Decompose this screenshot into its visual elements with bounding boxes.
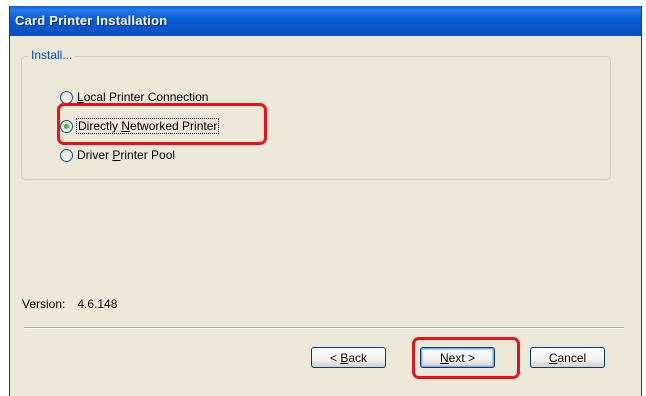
version-value: 4.6.148 bbox=[77, 297, 118, 311]
annotation-highlight-option bbox=[57, 103, 267, 145]
back-button[interactable]: < Back bbox=[311, 347, 386, 368]
version-info: Version: 4.6.148 bbox=[22, 297, 117, 311]
window-title: Card Printer Installation bbox=[15, 13, 168, 28]
install-group-label: Install... bbox=[28, 48, 76, 62]
version-label: Version: bbox=[22, 297, 66, 311]
radio-button[interactable] bbox=[60, 90, 73, 104]
annotation-highlight-next bbox=[412, 337, 520, 379]
radio-driver-printer-pool[interactable]: Driver Printer Pool bbox=[60, 146, 175, 164]
radio-label: Local Printer Connection bbox=[77, 90, 209, 104]
radio-label: Driver Printer Pool bbox=[77, 148, 176, 162]
title-bar[interactable]: Card Printer Installation bbox=[10, 6, 641, 36]
cancel-button[interactable]: Cancel bbox=[530, 347, 605, 368]
separator bbox=[24, 327, 624, 329]
radio-button[interactable] bbox=[60, 148, 73, 162]
